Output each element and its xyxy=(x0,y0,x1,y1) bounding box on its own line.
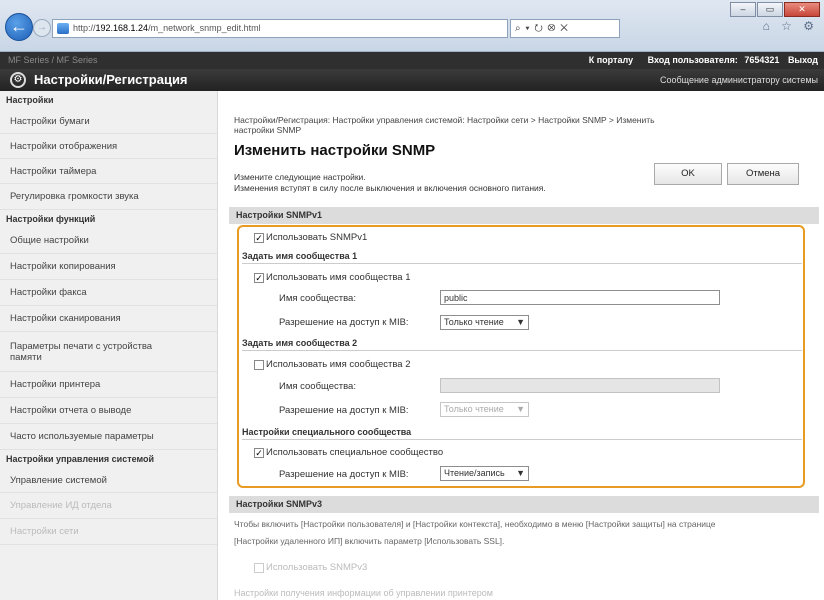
use-community1-label: Использовать имя сообщества 1 xyxy=(266,272,411,283)
breadcrumb: Настройки/Регистрация: Настройки управле… xyxy=(234,115,794,135)
settings-gear-icon: ⚙ xyxy=(10,72,26,88)
close-window-button[interactable]: ✕ xyxy=(784,2,820,17)
page-title: Изменить настройки SNMP xyxy=(234,142,436,159)
sidebar-item-paper[interactable]: Настройки бумаги xyxy=(0,109,217,134)
special-mib-select[interactable]: Чтение/запись ▼ xyxy=(440,466,529,481)
breadcrumb-line1[interactable]: Настройки/Регистрация: Настройки управле… xyxy=(234,115,794,125)
chevron-down-icon: ▼ xyxy=(516,404,525,414)
device-bar: MF Series / MF Series К порталу Вход пол… xyxy=(0,52,824,69)
sidebar-item-fax[interactable]: Настройки факса xyxy=(0,280,217,306)
home-star-gear-icons[interactable]: ⌂ ☆ ⚙ xyxy=(763,19,818,33)
snmpv3-note-line2: [Настройки удаленного ИП] включить парам… xyxy=(234,536,505,546)
snmpv3-section-header: Настройки SNMPv3 xyxy=(229,496,819,513)
checkbox-checked-icon: ✓ xyxy=(254,233,264,243)
printer-management-info-header: Настройки получения информации об управл… xyxy=(234,588,493,598)
page-description: Измените следующие настройки. Изменения … xyxy=(234,172,546,194)
community1-name-label: Имя сообщества: xyxy=(279,293,356,304)
special-community-header: Настройки специального сообщества xyxy=(242,425,802,440)
user-label: Вход пользователя: xyxy=(647,55,738,65)
sidebar-item-printer[interactable]: Настройки принтера xyxy=(0,372,217,398)
snmpv1-section-header: Настройки SNMPv1 xyxy=(229,207,819,224)
ok-button[interactable]: OK xyxy=(654,163,722,185)
checkbox-unchecked-icon xyxy=(254,360,264,370)
sidebar-item-network[interactable]: Настройки сети xyxy=(0,519,217,545)
admin-message-link[interactable]: Сообщение администратору системы xyxy=(660,69,818,91)
use-special-community-checkbox[interactable]: ✓ Использовать специальное сообщество xyxy=(254,447,443,459)
sidebar-section-settings: Настройки xyxy=(6,95,54,105)
cancel-button[interactable]: Отмена xyxy=(727,163,799,185)
forward-arrow-icon[interactable]: → xyxy=(33,19,51,37)
sidebar-section-functions: Настройки функций xyxy=(6,214,96,224)
use-snmpv1-checkbox[interactable]: ✓ Использовать SNMPv1 xyxy=(254,232,367,244)
sidebar: Настройки Настройки бумаги Настройки ото… xyxy=(0,91,218,600)
chevron-down-icon: ▼ xyxy=(516,317,525,327)
user-id: 7654321 xyxy=(744,55,780,65)
checkbox-checked-icon: ✓ xyxy=(254,448,264,458)
address-bar[interactable]: http://192.168.1.24/m_network_snmp_edit.… xyxy=(52,19,508,38)
community2-header: Задать имя сообщества 2 xyxy=(242,336,802,351)
sidebar-item-favorites[interactable]: Часто используемые параметры xyxy=(0,424,217,450)
url-host: 192.168.1.24 xyxy=(95,23,149,33)
use-community2-checkbox[interactable]: Использовать имя сообщества 2 xyxy=(254,359,411,371)
app-title: Настройки/Регистрация xyxy=(34,72,188,87)
device-name: MF Series / MF Series xyxy=(8,55,98,65)
community1-header: Задать имя сообщества 1 xyxy=(242,249,802,264)
community1-mib-select[interactable]: Только чтение ▼ xyxy=(440,315,529,330)
sidebar-item-memory-print[interactable]: Параметры печати с устройства памяти xyxy=(0,332,217,372)
use-snmpv3-checkbox[interactable]: Использовать SNMPv3 xyxy=(254,562,367,574)
back-arrow-icon[interactable]: ← xyxy=(5,13,33,41)
restore-button[interactable]: ▭ xyxy=(757,2,783,17)
sidebar-item-display[interactable]: Настройки отображения xyxy=(0,134,217,159)
community1-mib-label: Разрешение на доступ к MIB: xyxy=(279,317,409,328)
sidebar-item-timer[interactable]: Настройки таймера xyxy=(0,159,217,184)
app-header: ⚙ Настройки/Регистрация Сообщение админи… xyxy=(0,69,824,91)
checkbox-checked-icon: ✓ xyxy=(254,273,264,283)
sidebar-item-system-management[interactable]: Управление системой xyxy=(0,468,217,493)
use-special-community-label: Использовать специальное сообщество xyxy=(266,447,444,458)
checkbox-unchecked-icon xyxy=(254,563,264,573)
main-content: Настройки/Регистрация: Настройки управле… xyxy=(229,91,819,600)
description-line2: Изменения вступят в силу после выключени… xyxy=(234,183,546,193)
community2-mib-label: Разрешение на доступ к MIB: xyxy=(279,405,409,416)
sidebar-section-system: Настройки управления системой xyxy=(6,454,155,464)
community2-name-label: Имя сообщества: xyxy=(279,381,356,392)
community1-mib-value: Только чтение xyxy=(444,317,504,327)
portal-link[interactable]: К порталу xyxy=(589,55,633,65)
sidebar-item-department-id[interactable]: Управление ИД отдела xyxy=(0,493,217,519)
logout-link[interactable]: Выход xyxy=(788,55,818,65)
community1-name-input[interactable] xyxy=(440,290,720,305)
use-community2-label: Использовать имя сообщества 2 xyxy=(266,359,411,370)
browser-chrome: – ▭ ✕ ← → http://192.168.1.24/m_network_… xyxy=(0,0,824,52)
sidebar-item-memory-print-label2: памяти xyxy=(10,351,42,363)
window-controls: – ▭ ✕ xyxy=(729,2,820,17)
snmpv3-note-line1: Чтобы включить [Настройки пользователя] … xyxy=(234,519,716,529)
url-prefix: http:// xyxy=(73,23,96,33)
sidebar-item-common[interactable]: Общие настройки xyxy=(0,228,217,254)
description-line1: Измените следующие настройки. xyxy=(234,172,366,182)
special-mib-label: Разрешение на доступ к MIB: xyxy=(279,469,409,480)
address-tools[interactable]: ⌕ ▾ ⭮ ⭙ ✕ xyxy=(510,19,620,38)
community2-mib-value: Только чтение xyxy=(444,404,504,414)
sidebar-item-output-report[interactable]: Настройки отчета о выводе xyxy=(0,398,217,424)
special-mib-value: Чтение/запись xyxy=(444,468,505,478)
community2-name-input[interactable] xyxy=(440,378,720,393)
sidebar-item-memory-print-label1: Параметры печати с устройства xyxy=(10,340,153,352)
community2-mib-select[interactable]: Только чтение ▼ xyxy=(440,402,529,417)
sidebar-item-volume[interactable]: Регулировка громкости звука xyxy=(0,184,217,210)
snmpv3-note: Чтобы включить [Настройки пользователя] … xyxy=(234,518,716,548)
minimize-button[interactable]: – xyxy=(730,2,756,17)
chevron-down-icon: ▼ xyxy=(516,468,525,478)
breadcrumb-line2: настройки SNMP xyxy=(234,125,302,135)
use-snmpv1-label: Использовать SNMPv1 xyxy=(266,232,368,243)
sidebar-item-copy[interactable]: Настройки копирования xyxy=(0,254,217,280)
sidebar-item-scan[interactable]: Настройки сканирования xyxy=(0,306,217,332)
use-snmpv3-label: Использовать SNMPv3 xyxy=(266,562,368,573)
url-path: /m_network_snmp_edit.html xyxy=(148,23,261,33)
page-icon xyxy=(57,23,69,34)
use-community1-checkbox[interactable]: ✓ Использовать имя сообщества 1 xyxy=(254,272,411,284)
